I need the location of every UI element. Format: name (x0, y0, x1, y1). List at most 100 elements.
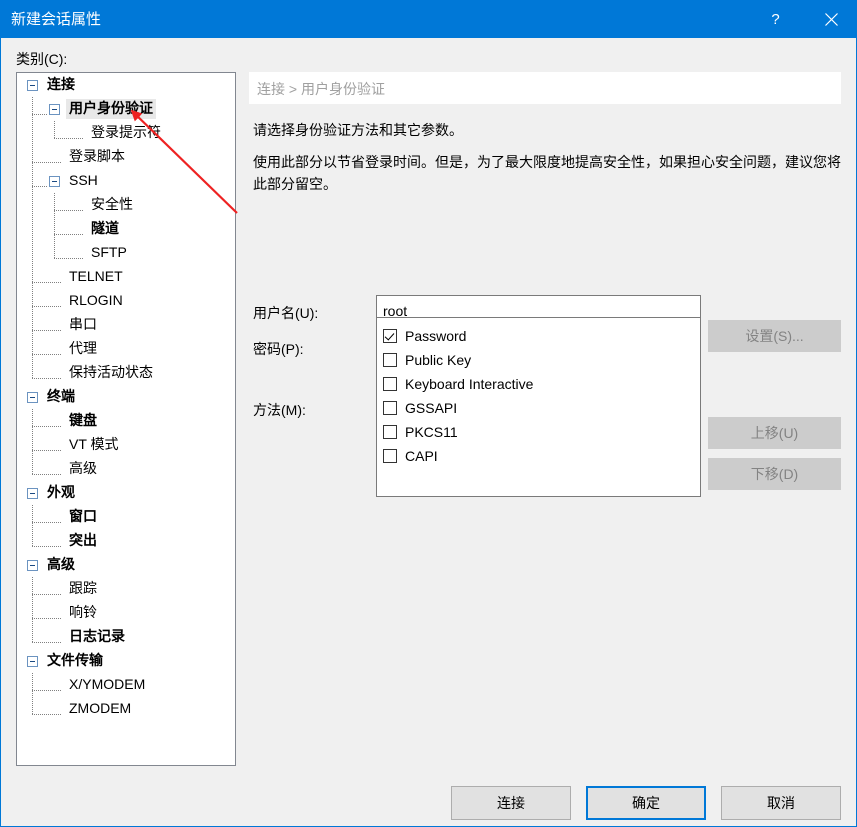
tree-item-label: RLOGIN (69, 292, 123, 308)
methods-listbox[interactable]: Password Public Key Keyboard Interactive GS… (376, 317, 701, 497)
tree-item-label: SFTP (91, 244, 127, 260)
tree-item[interactable]: 保持活动状态 (17, 361, 235, 385)
tree-item-label: TELNET (69, 268, 123, 284)
tree-item[interactable]: SSH (17, 169, 235, 193)
tree-item-label: 登录提示符 (91, 124, 161, 140)
methods-label: 方法(M): (253, 402, 306, 418)
ok-button[interactable]: 确定 (586, 786, 706, 820)
tree-item[interactable]: X/YMODEM (17, 673, 235, 697)
tree-expander-collapse-icon[interactable] (49, 103, 60, 115)
tree-item[interactable]: 代理 (17, 337, 235, 361)
tree-item[interactable]: VT 模式 (17, 433, 235, 457)
method-option[interactable]: Keyboard Interactive (377, 372, 700, 396)
move-down-button[interactable]: 下移(D) (708, 458, 841, 490)
checkbox-unchecked-icon[interactable] (383, 425, 397, 439)
method-option-label: Keyboard Interactive (405, 376, 534, 392)
tree-item-label: 高级 (47, 556, 75, 572)
tree-item[interactable]: 日志记录 (17, 625, 235, 649)
method-option-label: Public Key (405, 352, 472, 368)
category-label: 类别(C): (16, 51, 68, 67)
dialog-window: 新建会话属性 ? 类别(C): 连接 用户身份验证 登录提示符 登录脚本 SSH 安全性隧… (0, 0, 857, 827)
tree-item-label: 响铃 (69, 604, 97, 620)
connect-button[interactable]: 连接 (451, 786, 571, 820)
title-bar: 新建会话属性 ? (1, 1, 856, 38)
tree-item-label: 文件传输 (47, 652, 103, 668)
tree-item-label: 高级 (69, 460, 97, 476)
tree-item[interactable]: 隧道 (17, 217, 235, 241)
tree-item[interactable]: 连接 (17, 73, 235, 97)
tree-item-label: 突出 (69, 532, 97, 548)
window-title: 新建会话属性 (11, 11, 102, 28)
checkbox-unchecked-icon[interactable] (383, 401, 397, 415)
move-up-button[interactable]: 上移(U) (708, 417, 841, 449)
tree-item[interactable]: TELNET (17, 265, 235, 289)
method-option-label: PKCS11 (405, 424, 458, 440)
tree-item[interactable]: 登录提示符 (17, 121, 235, 145)
tree-item[interactable]: 突出 (17, 529, 235, 553)
tree-expander-collapse-icon[interactable] (27, 487, 38, 499)
method-option[interactable]: PKCS11 (377, 420, 700, 444)
help-icon[interactable]: ? (752, 1, 798, 38)
checkbox-checked-icon[interactable] (383, 329, 397, 343)
username-label: 用户名(U): (253, 305, 319, 321)
checkbox-unchecked-icon[interactable] (383, 449, 397, 463)
tree-expander-collapse-icon[interactable] (27, 391, 38, 403)
tree-item[interactable]: 登录脚本 (17, 145, 235, 169)
settings-button[interactable]: 设置(S)... (708, 320, 841, 352)
tree-item-label: 代理 (69, 340, 97, 356)
checkbox-unchecked-icon[interactable] (383, 353, 397, 367)
tree-item-label: VT 模式 (69, 436, 119, 452)
tree-expander-collapse-icon[interactable] (27, 655, 38, 667)
tree-expander-collapse-icon[interactable] (49, 175, 60, 187)
tree-item[interactable]: SFTP (17, 241, 235, 265)
tree-item-label: 保持活动状态 (69, 364, 153, 380)
tree-item-label: 终端 (47, 388, 75, 404)
method-option[interactable]: CAPI (377, 444, 700, 468)
tree-item[interactable]: 响铃 (17, 601, 235, 625)
tree-item[interactable]: 高级 (17, 457, 235, 481)
tree-item-label: SSH (69, 172, 98, 188)
method-option-label: Password (405, 328, 467, 344)
method-option-label: GSSAPI (405, 400, 458, 416)
tree-item[interactable]: 安全性 (17, 193, 235, 217)
tree-item-label: 窗口 (69, 508, 97, 524)
description-line-1: 请选择身份验证方法和其它参数。 (253, 122, 463, 138)
method-option[interactable]: Password (377, 324, 700, 348)
tree-item-label: 登录脚本 (69, 148, 125, 164)
breadcrumb-text: 连接 > 用户身份验证 (257, 81, 385, 97)
tree-item-label: 日志记录 (69, 628, 125, 644)
category-tree[interactable]: 连接用户身份验证登录提示符登录脚本 SSH 安全性隧道 SFTP TELNET RLOGI… (16, 72, 236, 766)
method-option[interactable]: Public Key (377, 348, 700, 372)
tree-item[interactable]: 窗口 (17, 505, 235, 529)
tree-item[interactable]: 高级 (17, 553, 235, 577)
tree-item-label: X/YMODEM (69, 676, 146, 692)
description-line-2: 使用此部分以节省登录时间。但是，为了最大限度地提高安全性，如果担心安全问题，建议… (253, 154, 841, 192)
tree-item-label: 隧道 (91, 220, 119, 236)
method-option[interactable]: GSSAPI (377, 396, 700, 420)
breadcrumb: 连接 > 用户身份验证 (249, 72, 841, 104)
cancel-button[interactable]: 取消 (721, 786, 841, 820)
password-label: 密码(P): (253, 341, 304, 357)
tree-expander-collapse-icon[interactable] (27, 559, 38, 571)
tree-item[interactable]: 用户身份验证 (17, 97, 235, 121)
checkbox-unchecked-icon[interactable] (383, 377, 397, 391)
tree-item-label: ZMODEM (69, 700, 132, 716)
tree-item-label: 跟踪 (69, 580, 97, 596)
tree-item[interactable]: 文件传输 (17, 649, 235, 673)
tree-item[interactable]: RLOGIN (17, 289, 235, 313)
tree-list[interactable]: 连接用户身份验证登录提示符登录脚本 SSH 安全性隧道 SFTP TELNET RLOGI… (17, 73, 235, 721)
tree-item[interactable]: 串口 (17, 313, 235, 337)
tree-expander-collapse-icon[interactable] (27, 79, 38, 91)
tree-item-label: 键盘 (69, 412, 97, 428)
tree-item[interactable]: 跟踪 (17, 577, 235, 601)
tree-item[interactable]: 终端 (17, 385, 235, 409)
settings-pane: 连接 > 用户身份验证 请选择身份验证方法和其它参数。 使用此部分以节省登录时间… (249, 72, 841, 766)
tree-item-label: 连接 (47, 76, 75, 92)
tree-item-label: 串口 (69, 316, 97, 332)
method-option-label: CAPI (405, 448, 438, 464)
close-icon[interactable] (808, 1, 854, 38)
tree-item[interactable]: 键盘 (17, 409, 235, 433)
tree-item-label: 安全性 (91, 196, 133, 212)
tree-item[interactable]: ZMODEM (17, 697, 235, 721)
tree-item[interactable]: 外观 (17, 481, 235, 505)
